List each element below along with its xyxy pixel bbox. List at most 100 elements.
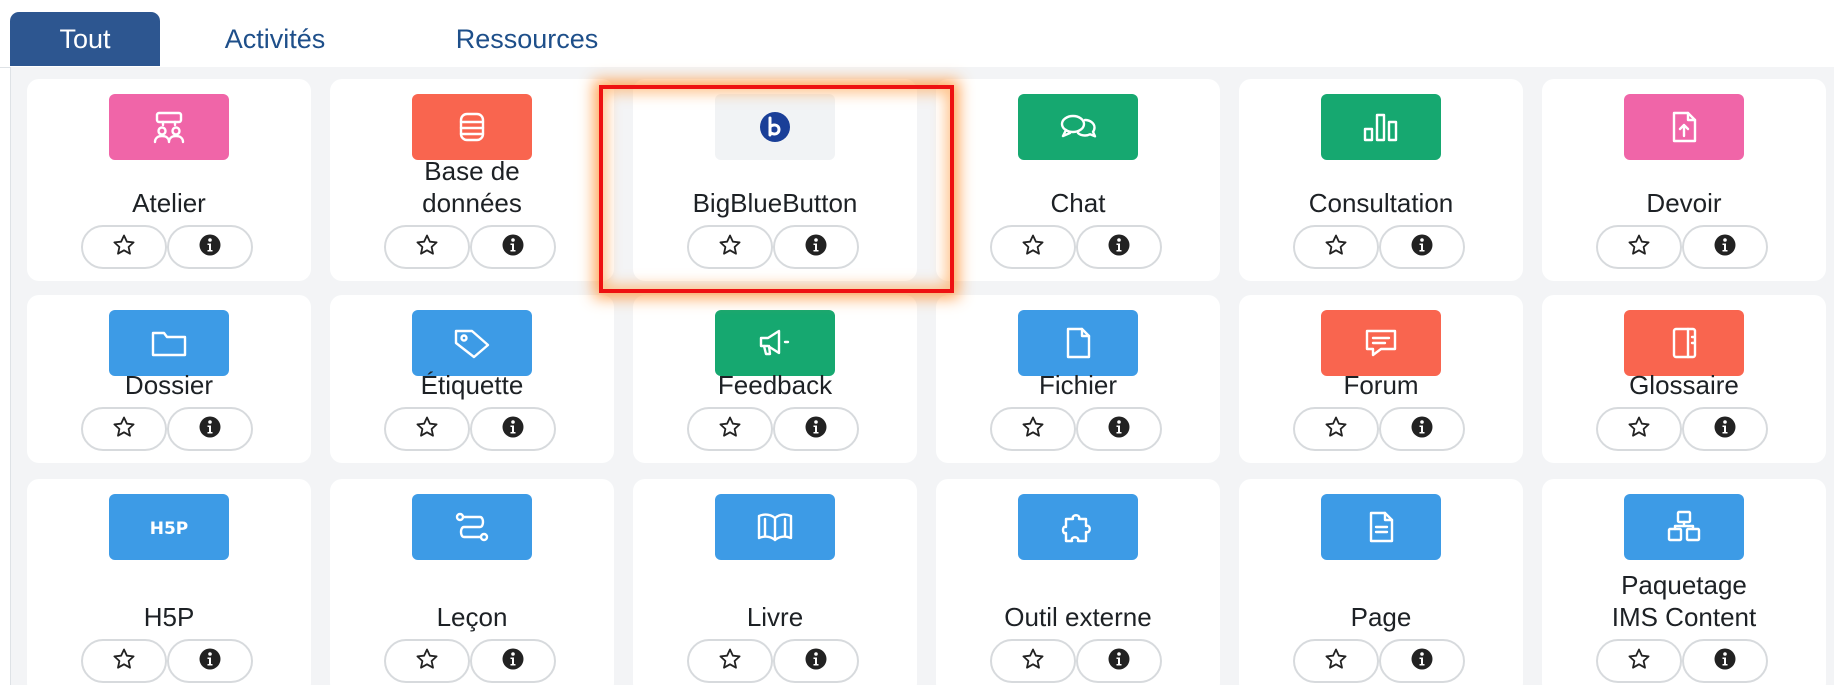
module-card-outil-externe[interactable]: Outil externe: [936, 479, 1220, 695]
module-card-devoir[interactable]: Devoir: [1542, 79, 1826, 281]
tab-ressources[interactable]: Ressources: [412, 12, 642, 66]
module-name: H5P: [143, 602, 195, 632]
info-button[interactable]: [470, 639, 556, 683]
info-button[interactable]: [1379, 639, 1465, 683]
info-button[interactable]: [1682, 407, 1768, 451]
star-outline-icon: [1324, 415, 1348, 444]
star-button[interactable]: [687, 407, 773, 451]
info-circle-icon: [198, 647, 222, 676]
info-circle-icon: [501, 233, 525, 262]
module-card-base-de-donnees[interactable]: Base de données: [330, 79, 614, 281]
tab-activites[interactable]: Activités: [180, 12, 370, 66]
database-icon: [412, 94, 532, 160]
info-circle-icon: [1107, 233, 1131, 262]
module-card-etiquette[interactable]: Étiquette: [330, 295, 614, 463]
info-button[interactable]: [1076, 639, 1162, 683]
module-name: Atelier: [132, 188, 206, 218]
info-button[interactable]: [1379, 225, 1465, 269]
module-name: Feedback: [717, 370, 833, 400]
star-outline-icon: [718, 415, 742, 444]
star-button[interactable]: [687, 225, 773, 269]
info-button[interactable]: [773, 407, 859, 451]
info-circle-icon: [198, 233, 222, 262]
module-name: Glossaire: [1629, 370, 1739, 400]
bigbluebutton-logo-icon: [715, 94, 835, 160]
star-button[interactable]: [384, 225, 470, 269]
info-circle-icon: [804, 233, 828, 262]
star-button[interactable]: [1596, 639, 1682, 683]
module-card-livre[interactable]: Livre: [633, 479, 917, 695]
info-button[interactable]: [1379, 407, 1465, 451]
module-card-lecon[interactable]: Leçon: [330, 479, 614, 695]
info-button[interactable]: [167, 639, 253, 683]
module-card-chat[interactable]: Chat: [936, 79, 1220, 281]
module-name: Chat: [1050, 188, 1106, 218]
star-button[interactable]: [81, 639, 167, 683]
tab-tout[interactable]: Tout: [10, 12, 160, 66]
info-circle-icon: [1410, 233, 1434, 262]
star-button[interactable]: [384, 639, 470, 683]
star-button[interactable]: [1293, 225, 1379, 269]
info-button[interactable]: [1076, 407, 1162, 451]
star-button[interactable]: [687, 639, 773, 683]
module-card-feedback[interactable]: Feedback: [633, 295, 917, 463]
module-card-bigbluebutton[interactable]: BigBlueButton: [633, 79, 917, 281]
module-name: Outil externe: [1004, 602, 1152, 632]
star-outline-icon: [1324, 647, 1348, 676]
star-outline-icon: [1627, 233, 1651, 262]
module-name: Leçon: [436, 602, 508, 632]
module-card-forum[interactable]: Forum: [1239, 295, 1523, 463]
open-book-icon: [715, 494, 835, 560]
star-outline-icon: [1021, 647, 1045, 676]
star-button[interactable]: [990, 225, 1076, 269]
info-button[interactable]: [167, 225, 253, 269]
info-button[interactable]: [773, 639, 859, 683]
star-button[interactable]: [1596, 225, 1682, 269]
module-name: Base de données: [422, 156, 522, 218]
star-button[interactable]: [1293, 639, 1379, 683]
module-card-page[interactable]: Page: [1239, 479, 1523, 695]
star-button[interactable]: [81, 407, 167, 451]
star-outline-icon: [1324, 233, 1348, 262]
module-name: Fichier: [1038, 370, 1117, 400]
module-name: Livre: [746, 602, 804, 632]
star-outline-icon: [112, 233, 136, 262]
megaphone-icon: [715, 310, 835, 376]
module-card-h5p[interactable]: H5P H5P: [27, 479, 311, 695]
star-outline-icon: [415, 647, 439, 676]
star-outline-icon: [718, 233, 742, 262]
forum-message-icon: [1321, 310, 1441, 376]
star-outline-icon: [718, 647, 742, 676]
module-card-dossier[interactable]: Dossier: [27, 295, 311, 463]
puzzle-icon: [1018, 494, 1138, 560]
module-card-consultation[interactable]: Consultation: [1239, 79, 1523, 281]
page-document-icon: [1321, 494, 1441, 560]
module-card-paquetage-ims[interactable]: Paquetage IMS Content: [1542, 479, 1826, 695]
star-outline-icon: [415, 233, 439, 262]
module-card-atelier[interactable]: Atelier: [27, 79, 311, 281]
star-button[interactable]: [384, 407, 470, 451]
star-button[interactable]: [990, 407, 1076, 451]
star-outline-icon: [112, 647, 136, 676]
file-icon: [1018, 310, 1138, 376]
info-circle-icon: [1713, 647, 1737, 676]
star-button[interactable]: [1596, 407, 1682, 451]
info-button[interactable]: [1682, 639, 1768, 683]
h5p-icon: H5P: [109, 494, 229, 560]
svg-text:H5P: H5P: [150, 519, 189, 539]
info-button[interactable]: [470, 225, 556, 269]
star-button[interactable]: [990, 639, 1076, 683]
info-circle-icon: [1107, 647, 1131, 676]
info-circle-icon: [804, 647, 828, 676]
info-button[interactable]: [167, 407, 253, 451]
info-button[interactable]: [1076, 225, 1162, 269]
module-card-fichier[interactable]: Fichier: [936, 295, 1220, 463]
star-button[interactable]: [1293, 407, 1379, 451]
star-outline-icon: [112, 415, 136, 444]
info-button[interactable]: [1682, 225, 1768, 269]
info-button[interactable]: [470, 407, 556, 451]
star-button[interactable]: [81, 225, 167, 269]
info-circle-icon: [1410, 647, 1434, 676]
info-button[interactable]: [773, 225, 859, 269]
module-card-glossaire[interactable]: Glossaire: [1542, 295, 1826, 463]
